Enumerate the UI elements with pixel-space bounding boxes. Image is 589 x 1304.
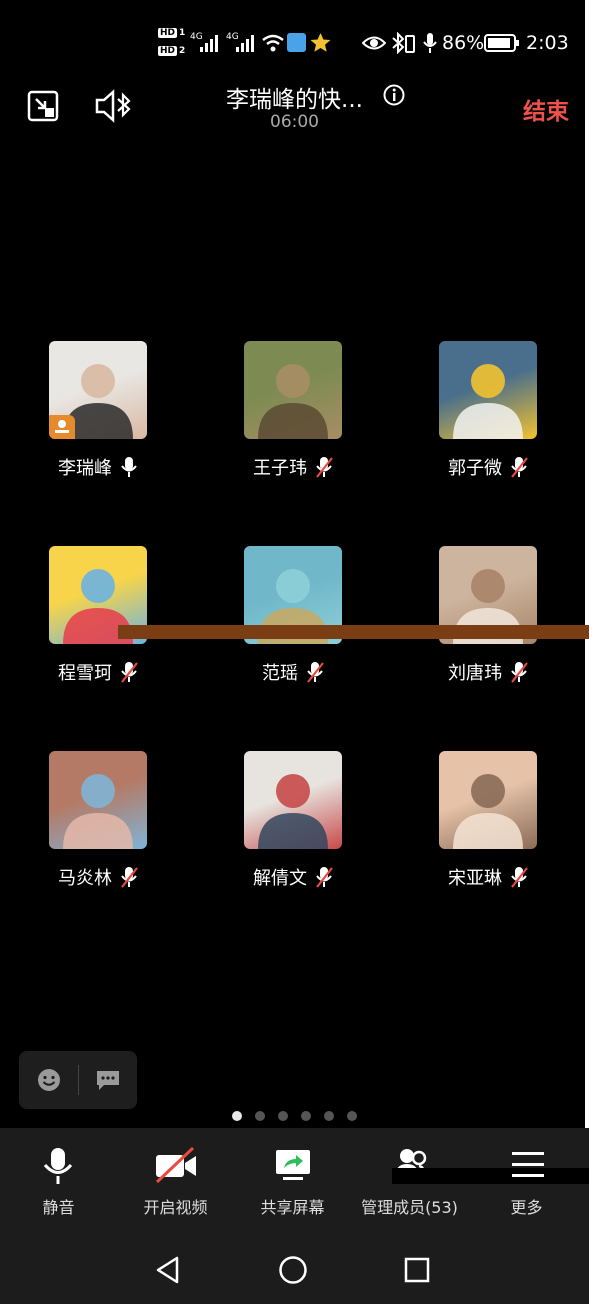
bluetooth-icon [392, 32, 405, 54]
participant-name: 宋亚琳 [448, 868, 502, 889]
info-icon[interactable] [383, 84, 405, 106]
participant-name-row: 程雪珂 [28, 658, 168, 686]
chat-icon[interactable] [95, 1069, 121, 1091]
page-indicator [0, 1111, 589, 1121]
share-screen-button[interactable]: 共享屏幕 [234, 1128, 351, 1236]
end-meeting-button[interactable]: 结束 [523, 92, 569, 126]
page-dot[interactable] [232, 1111, 242, 1121]
page-dot[interactable] [255, 1111, 265, 1121]
participant-avatar [49, 341, 147, 439]
signal1-icon [200, 35, 218, 52]
reaction-divider [78, 1065, 79, 1095]
more-label: 更多 [510, 1198, 543, 1217]
participant-name: 马炎林 [58, 868, 112, 889]
bottom-toolbar: 静音 开启视频 共享屏幕 管理成员(53) 更多 [0, 1128, 589, 1236]
participant-name: 刘唐玮 [448, 663, 502, 684]
mic-status-icon [423, 33, 437, 53]
back-icon[interactable] [155, 1256, 181, 1284]
vibrate-battery-icon [405, 35, 415, 53]
participant-name-row: 王子玮 [223, 453, 363, 481]
hd1-indicator: HD 1 [158, 28, 186, 38]
star-icon [310, 33, 331, 52]
render-artifact [118, 625, 589, 639]
participant-name-row: 郭子微 [418, 453, 558, 481]
participant-tile[interactable]: 李瑞峰 [28, 341, 168, 491]
emoji-icon[interactable] [37, 1068, 61, 1092]
page-dot[interactable] [301, 1111, 311, 1121]
participant-avatar [244, 341, 342, 439]
microphone-icon [43, 1148, 73, 1184]
participant-tile[interactable]: 宋亚琳 [418, 751, 558, 901]
mic-muted-icon [316, 867, 333, 888]
participant-name-row: 李瑞峰 [28, 453, 168, 481]
more-button[interactable]: 更多 [468, 1128, 585, 1236]
participant-name: 李瑞峰 [58, 458, 112, 479]
participant-tile[interactable]: 刘唐玮 [418, 546, 558, 696]
participant-name-row: 宋亚琳 [418, 863, 558, 891]
page-dot[interactable] [347, 1111, 357, 1121]
app-notification-icon [287, 33, 306, 52]
participant-name: 程雪珂 [58, 663, 112, 684]
mute-button[interactable]: 静音 [0, 1128, 117, 1236]
participant-name: 解倩文 [253, 868, 307, 889]
participant-tile[interactable]: 马炎林 [28, 751, 168, 901]
system-nav-bar [0, 1236, 589, 1304]
share-label: 共享屏幕 [260, 1198, 325, 1217]
participant-tile[interactable]: 程雪珂 [28, 546, 168, 696]
battery-icon [484, 34, 519, 52]
mic-muted-icon [511, 457, 528, 478]
mic-muted-icon [121, 867, 138, 888]
battery-percent: 86% [442, 32, 485, 54]
status-bar: HD 1 HD 2 4G 4G 86% 2:03 [0, 0, 589, 88]
hd2-indicator: HD 2 [158, 46, 186, 56]
clock: 2:03 [526, 32, 569, 54]
home-icon[interactable] [278, 1255, 308, 1285]
mic-on-icon [121, 457, 137, 477]
participant-name-row: 刘唐玮 [418, 658, 558, 686]
participant-name: 郭子微 [448, 458, 502, 479]
mic-muted-icon [316, 457, 333, 478]
participant-tile[interactable]: 范瑶 [223, 546, 363, 696]
participant-avatar [439, 341, 537, 439]
page-dot[interactable] [324, 1111, 334, 1121]
participant-name-row: 解倩文 [223, 863, 363, 891]
mic-muted-icon [511, 662, 528, 683]
mic-muted-icon [511, 867, 528, 888]
page-dot[interactable] [278, 1111, 288, 1121]
meeting-timer: 06:00 [270, 112, 319, 132]
participant-name-row: 马炎林 [28, 863, 168, 891]
participant-avatar [49, 751, 147, 849]
mic-muted-icon [121, 662, 138, 683]
participant-name: 王子玮 [253, 458, 307, 479]
mute-label: 静音 [42, 1198, 75, 1217]
reaction-panel [19, 1051, 137, 1109]
video-label: 开启视频 [143, 1198, 208, 1217]
host-badge-icon [49, 415, 75, 439]
video-off-icon [155, 1146, 196, 1184]
members-label: 管理成员(53) [361, 1198, 458, 1217]
participant-tile[interactable]: 王子玮 [223, 341, 363, 491]
participant-tile[interactable]: 解倩文 [223, 751, 363, 901]
participant-avatar [439, 751, 537, 849]
share-screen-icon [276, 1150, 310, 1180]
meeting-title: 李瑞峰的快... [226, 87, 363, 113]
signal2-icon [236, 35, 254, 52]
screen-edge [585, 0, 589, 1304]
start-video-button[interactable]: 开启视频 [117, 1128, 234, 1236]
mic-muted-icon [307, 662, 324, 683]
recents-icon[interactable] [403, 1256, 431, 1284]
menu-icon [512, 1152, 544, 1177]
participant-name: 范瑶 [262, 663, 298, 684]
participant-name-row: 范瑶 [223, 658, 363, 686]
participant-tile[interactable]: 郭子微 [418, 341, 558, 491]
wifi-icon [262, 34, 284, 52]
eye-icon [362, 36, 386, 50]
participant-avatar [244, 751, 342, 849]
